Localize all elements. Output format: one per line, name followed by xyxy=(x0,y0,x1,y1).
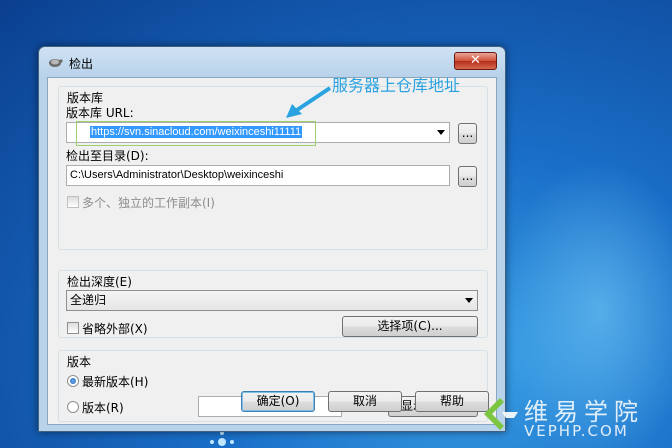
chevron-down-icon[interactable] xyxy=(437,130,445,135)
head-revision-label: 最新版本(H) xyxy=(82,375,149,389)
window-title: 检出 xyxy=(69,57,94,71)
omit-externals-checkbox[interactable] xyxy=(67,322,79,334)
specific-revision-radio[interactable] xyxy=(67,401,79,413)
head-revision-radio[interactable] xyxy=(67,375,79,387)
independent-copies-checkbox[interactable] xyxy=(67,196,79,208)
options-button[interactable]: 选择项(C)... xyxy=(342,316,478,337)
revision-group-label: 版本 xyxy=(67,355,92,369)
close-icon: ✕ xyxy=(470,53,481,68)
url-highlight-box xyxy=(76,121,316,146)
specific-revision-label: 版本(R) xyxy=(82,401,124,415)
vephp-logo-icon xyxy=(484,398,518,430)
depth-select[interactable]: 全递归 xyxy=(66,290,478,311)
dir-input[interactable]: C:\Users\Administrator\Desktop\weixinces… xyxy=(66,165,450,186)
chevron-down-icon[interactable] xyxy=(465,298,473,303)
ok-button[interactable]: 确定(O) xyxy=(241,391,315,412)
dir-browse-button[interactable]: ... xyxy=(458,166,477,187)
cancel-button[interactable]: 取消 xyxy=(328,391,402,412)
annotation-arrow-icon xyxy=(286,86,332,118)
url-label: 版本库 URL: xyxy=(66,106,134,120)
checkout-dialog: 检出 ✕ 版本库 版本库 URL: https://svn.sinacloud.… xyxy=(38,46,506,432)
annotation-text: 服务器上仓库地址 xyxy=(332,76,461,95)
independent-copies-label: 多个、独立的工作副本(I) xyxy=(82,196,215,210)
url-browse-button[interactable]: ... xyxy=(458,123,477,144)
depth-selected-value: 全递归 xyxy=(70,293,107,307)
depth-group-label: 检出深度(E) xyxy=(67,275,132,289)
omit-externals-label: 省略外部(X) xyxy=(82,322,148,336)
watermark-en: VEPHP.COM xyxy=(524,422,629,440)
dir-label: 检出至目录(D): xyxy=(66,149,149,163)
tortoise-svn-icon xyxy=(49,59,63,67)
close-button[interactable]: ✕ xyxy=(454,52,497,70)
